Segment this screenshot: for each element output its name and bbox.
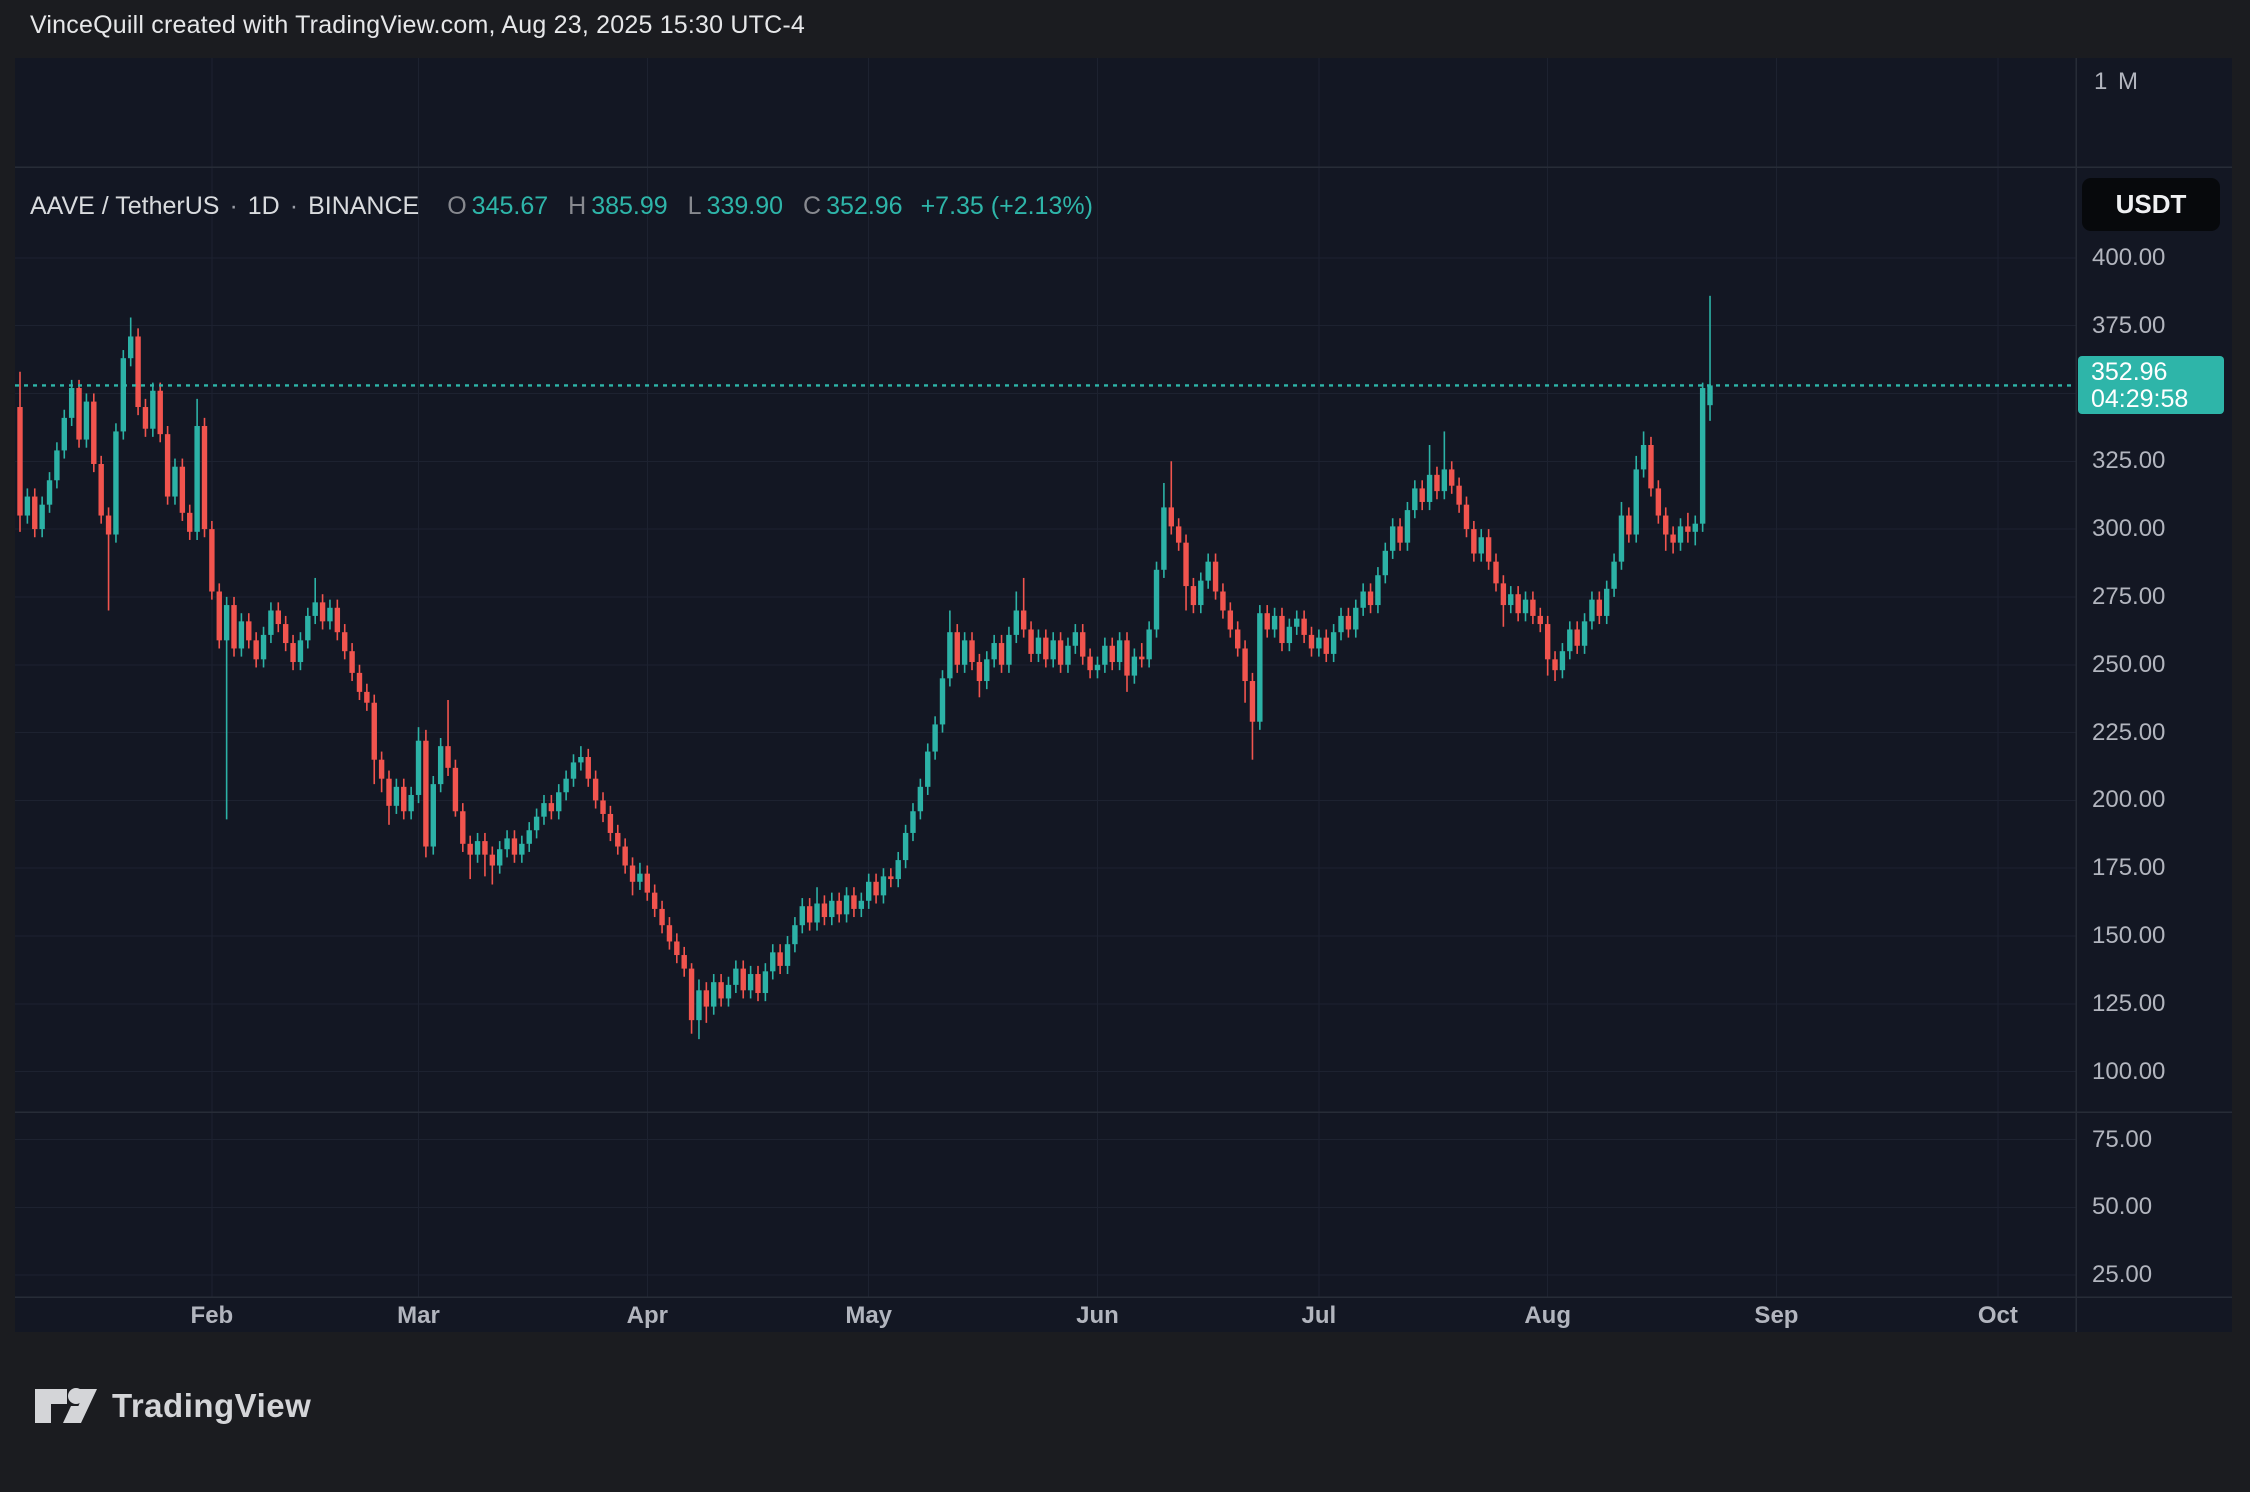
price-axis-label: 150.00 bbox=[2092, 922, 2165, 950]
time-axis-label: Mar bbox=[397, 1302, 440, 1330]
price-axis-label: 100.00 bbox=[2092, 1058, 2165, 1086]
ohlc-value: 345.67 bbox=[472, 192, 548, 220]
tradingview-wordmark: TradingView bbox=[112, 1387, 311, 1425]
last-price-value: 352.96 bbox=[2091, 359, 2224, 386]
tradingview-logo[interactable]: TradingView bbox=[33, 1381, 311, 1431]
change-value: +7.35 (+2.13%) bbox=[921, 192, 1093, 221]
price-axis-label: 225.00 bbox=[2092, 719, 2165, 747]
time-axis-label: Jun bbox=[1076, 1302, 1119, 1330]
time-axis-label: May bbox=[845, 1302, 892, 1330]
legend-separator: · bbox=[229, 192, 237, 221]
tradingview-published-chart: VinceQuill created with TradingView.com,… bbox=[0, 0, 2250, 1492]
ohlc-key: L bbox=[688, 192, 702, 220]
ohlc-value: 352.96 bbox=[826, 192, 902, 220]
legend-separator: · bbox=[290, 192, 298, 221]
bar-countdown: 04:29:58 bbox=[2091, 386, 2224, 413]
currency-unit-button[interactable]: USDT bbox=[2082, 178, 2220, 231]
interval-label: 1D bbox=[248, 192, 280, 221]
price-axis-label: 50.00 bbox=[2092, 1193, 2152, 1221]
price-axis-label: 200.00 bbox=[2092, 786, 2165, 814]
symbol-name: AAVE / TetherUS bbox=[30, 192, 219, 221]
price-axis-label: 400.00 bbox=[2092, 244, 2165, 272]
time-axis-label: Apr bbox=[627, 1302, 668, 1330]
symbol-legend: AAVE / TetherUS · 1D · BINANCE O345.67H3… bbox=[30, 192, 1093, 221]
time-axis-label: Feb bbox=[191, 1302, 234, 1330]
ohlc-key: O bbox=[447, 192, 466, 220]
price-axis-label: 375.00 bbox=[2092, 312, 2165, 340]
ohlc-value: 339.90 bbox=[707, 192, 783, 220]
price-axis-label: 250.00 bbox=[2092, 651, 2165, 679]
ohlc-key: H bbox=[568, 192, 586, 220]
ohlc-values: O345.67 H385.99 L339.90 C352.96 bbox=[419, 192, 902, 221]
time-axis-label: Jul bbox=[1302, 1302, 1337, 1330]
price-axis-label: 175.00 bbox=[2092, 854, 2165, 882]
price-axis-label: 25.00 bbox=[2092, 1261, 2152, 1289]
price-axis-label: 325.00 bbox=[2092, 447, 2165, 475]
time-axis-label: Oct bbox=[1978, 1302, 2018, 1330]
price-axis-label: 125.00 bbox=[2092, 990, 2165, 1018]
page-title: VinceQuill created with TradingView.com,… bbox=[30, 11, 805, 40]
tradingview-logo-icon bbox=[33, 1381, 99, 1431]
time-axis-label: Aug bbox=[1524, 1302, 1571, 1330]
price-axis-label: 75.00 bbox=[2092, 1126, 2152, 1154]
candlestick-plot-area[interactable] bbox=[15, 58, 2232, 1332]
last-price-badge: 352.96 04:29:58 bbox=[2078, 356, 2224, 414]
ohlc-value: 385.99 bbox=[591, 192, 667, 220]
price-axis-label: 275.00 bbox=[2092, 583, 2165, 611]
exchange-label: BINANCE bbox=[308, 192, 419, 221]
volume-scale-label: 1 M bbox=[2094, 68, 2140, 96]
ohlc-key: C bbox=[803, 192, 821, 220]
chart-panel: AAVE / TetherUS · 1D · BINANCE O345.67H3… bbox=[15, 58, 2232, 1332]
price-axis-label: 300.00 bbox=[2092, 515, 2165, 543]
time-axis-label: Sep bbox=[1754, 1302, 1798, 1330]
